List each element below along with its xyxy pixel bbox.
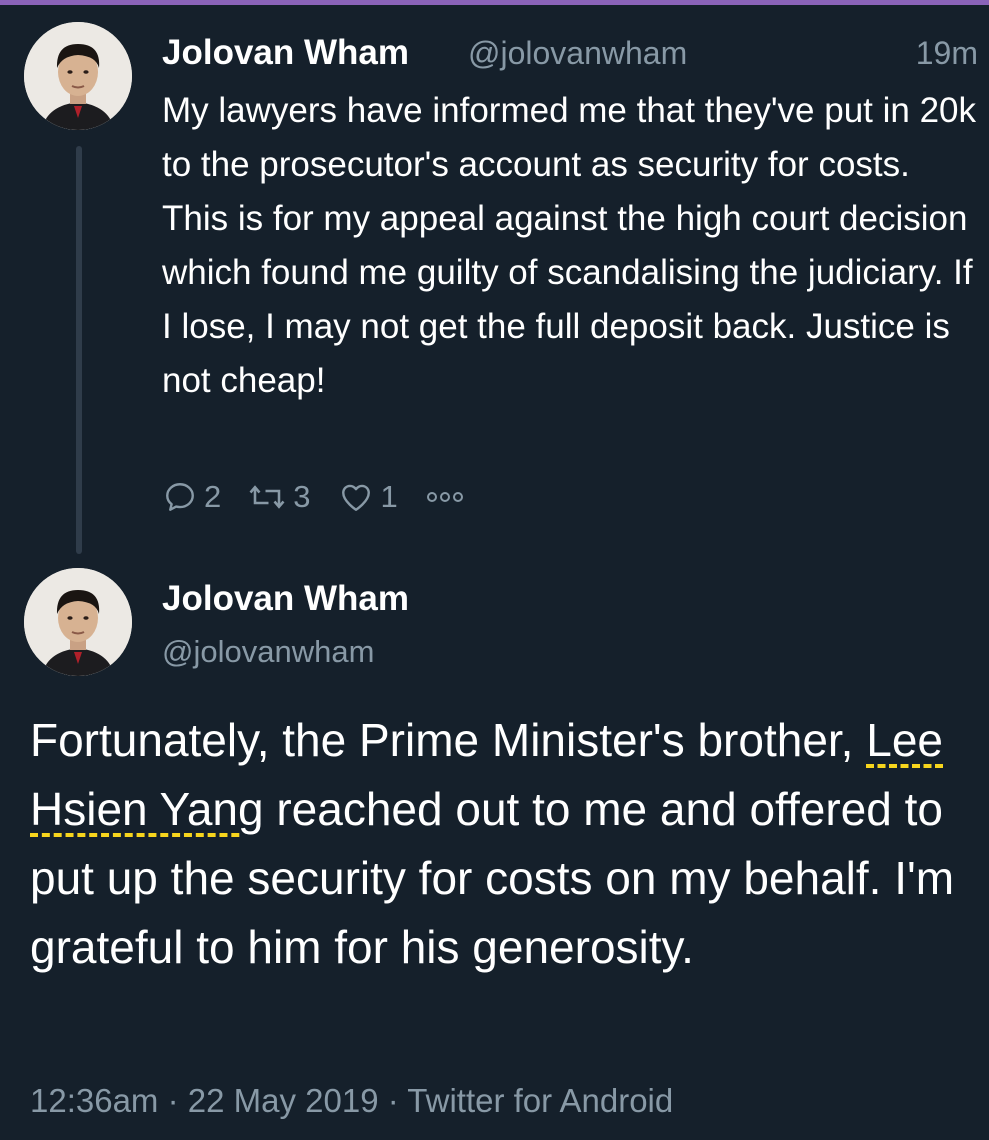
retweet-button[interactable]: 3 — [247, 479, 311, 515]
avatar[interactable] — [24, 22, 132, 130]
heart-icon — [337, 479, 381, 515]
top-accent-bar — [0, 0, 989, 5]
author-handle[interactable]: @jolovanwham — [468, 30, 687, 76]
author-handle[interactable]: @jolovanwham — [162, 630, 374, 674]
thread-line — [76, 146, 82, 554]
retweet-count: 3 — [293, 479, 311, 514]
tweet-actions: 2 3 1 — [162, 472, 498, 522]
reply-icon — [162, 479, 204, 515]
main-tweet-text: Fortunately, the Prime Minister's brothe… — [30, 706, 980, 982]
like-count: 1 — [380, 479, 398, 514]
reply-tweet-text: My lawyers have informed me that they've… — [162, 91, 977, 400]
reply-tweet-header: Jolovan Wham @jolovanwham 19m — [162, 30, 978, 80]
tweet-timestamp[interactable]: 19m — [916, 30, 978, 76]
retweet-icon — [247, 479, 293, 515]
more-button[interactable] — [424, 487, 472, 507]
reply-button[interactable]: 2 — [162, 479, 221, 515]
like-button[interactable]: 1 — [337, 479, 398, 515]
author-name[interactable]: Jolovan Wham — [162, 576, 409, 622]
tweet-text-part: Fortunately, the Prime Minister's brothe… — [30, 714, 867, 766]
reply-count: 2 — [204, 479, 222, 514]
avatar[interactable] — [24, 568, 132, 676]
tweet-meta: 12:36am · 22 May 2019 · Twitter for Andr… — [30, 1082, 674, 1119]
more-icon — [424, 487, 472, 507]
author-name[interactable]: Jolovan Wham — [162, 30, 409, 76]
